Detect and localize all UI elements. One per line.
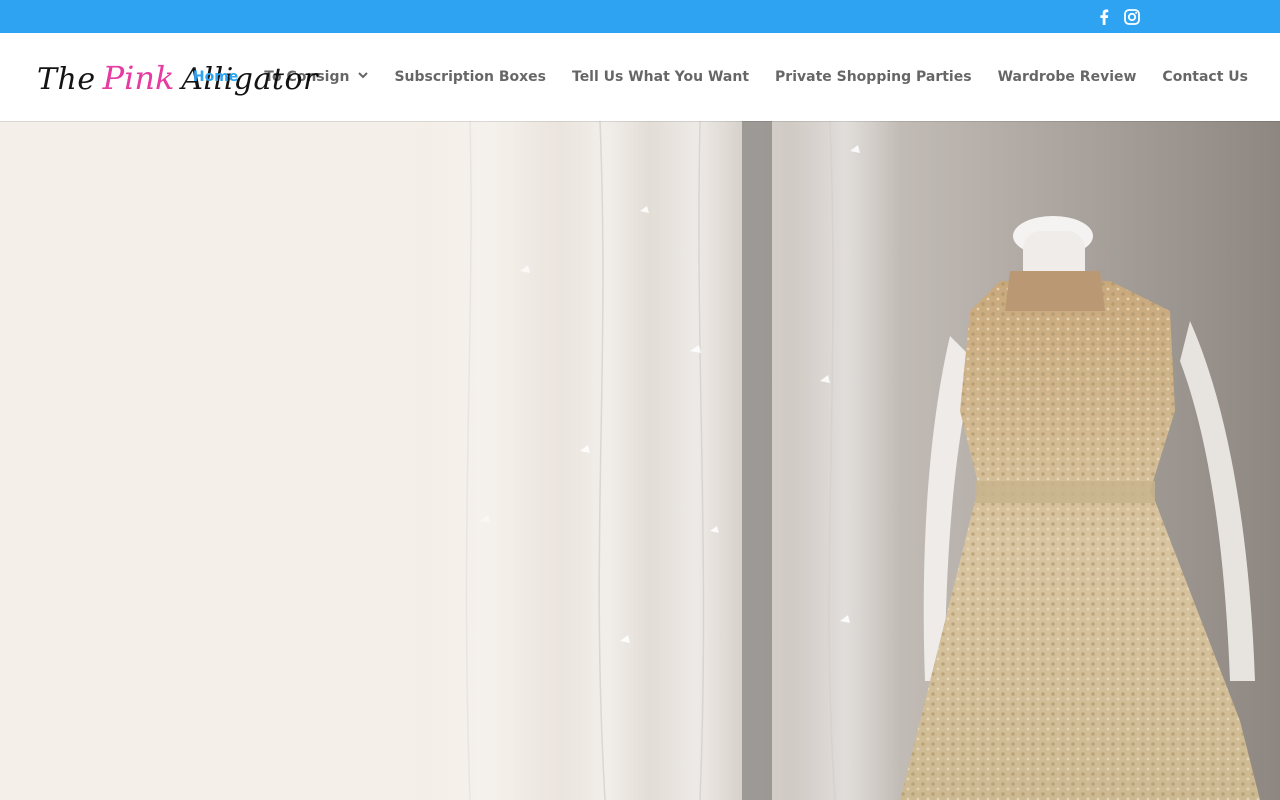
- instagram-icon[interactable]: [1124, 8, 1140, 25]
- nav-item-label: Wardrobe Review: [997, 69, 1137, 85]
- mannequin-dress-illustration: [0, 121, 1280, 800]
- nav-item-label: Tell Us What You Want: [572, 69, 750, 85]
- nav-item-contact-us[interactable]: Contact Us: [1162, 69, 1248, 85]
- nav-item-wardrobe-review[interactable]: Wardrobe Review: [998, 69, 1137, 85]
- nav-item-label: Home: [192, 69, 239, 85]
- chevron-down-icon: [358, 71, 369, 82]
- logo-word-the: The: [37, 62, 96, 97]
- nav-item-tell-us-what-you-want[interactable]: Tell Us What You Want: [572, 69, 749, 85]
- main-nav: Home To Consign Subscription Boxes Tell …: [167, 33, 1248, 121]
- nav-item-label: Subscription Boxes: [394, 69, 546, 85]
- nav-item-home[interactable]: Home: [193, 69, 238, 85]
- social-icons: [1096, 0, 1140, 33]
- nav-item-label: Private Shopping Parties: [775, 69, 972, 85]
- nav-item-to-consign[interactable]: To Consign: [264, 69, 369, 85]
- nav-item-private-shopping-parties[interactable]: Private Shopping Parties: [775, 69, 972, 85]
- facebook-icon[interactable]: [1096, 9, 1112, 25]
- nav-item-label: Contact Us: [1162, 69, 1248, 85]
- hero-image: [0, 121, 1280, 800]
- nav-item-label: To Consign: [264, 69, 350, 85]
- site-header: The Pink Alligator Home To Consign Subsc…: [0, 33, 1280, 121]
- top-bar: [0, 0, 1280, 33]
- nav-item-subscription-boxes[interactable]: Subscription Boxes: [394, 69, 546, 85]
- logo-word-pink: Pink: [102, 59, 175, 97]
